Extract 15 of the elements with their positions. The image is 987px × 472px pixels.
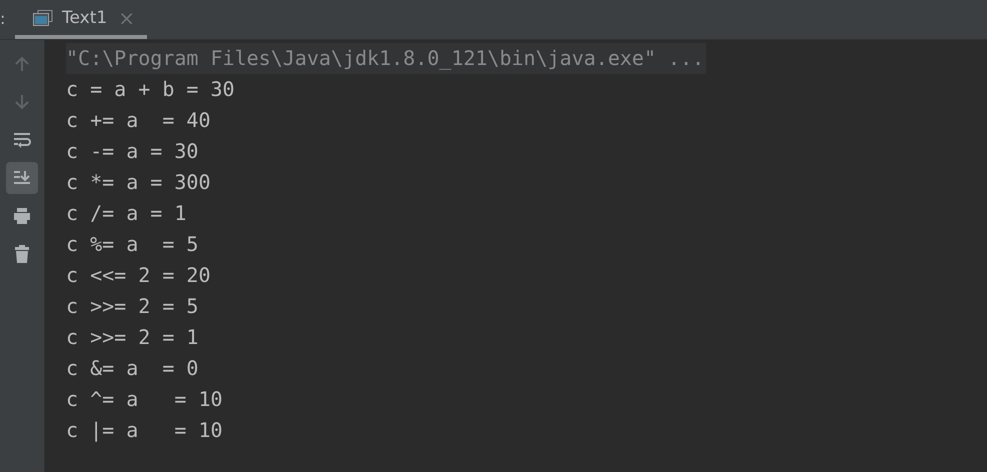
output-line: c <<= 2 = 20 [66, 262, 212, 289]
output-line: c = a + b = 30 [66, 76, 236, 103]
output-line: c |= a = 10 [66, 417, 224, 444]
output-line: c >>= 2 = 5 [66, 293, 200, 320]
scroll-to-end-icon[interactable] [6, 162, 38, 194]
panel-label: : [0, 8, 6, 30]
output-line: c ^= a = 10 [66, 386, 224, 413]
output-line: c &= a = 0 [66, 355, 200, 382]
output-line: c *= a = 300 [66, 169, 212, 196]
output-line: c /= a = 1 [66, 200, 188, 227]
output-line: c >>= 2 = 1 [66, 324, 200, 351]
output-line: c -= a = 30 [66, 138, 200, 165]
window-icon [33, 10, 53, 26]
output-line: c %= a = 5 [66, 231, 200, 258]
output-line: c += a = 40 [66, 107, 212, 134]
